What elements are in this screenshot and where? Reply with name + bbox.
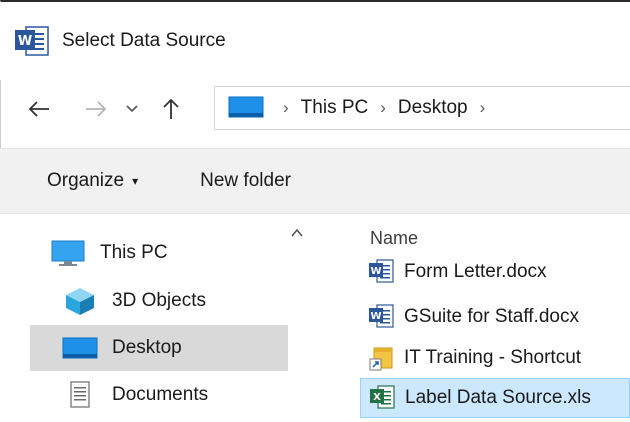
sidebar-item-documents[interactable]: Documents bbox=[30, 372, 288, 418]
breadcrumb-separator: › bbox=[283, 98, 289, 117]
file-name: GSuite for Staff.docx bbox=[404, 306, 579, 327]
navigation-bar: › This PC › Desktop › bbox=[0, 80, 630, 138]
sidebar-item-this-pc[interactable]: This PC bbox=[30, 230, 288, 276]
command-toolbar: Organize ▾ New folder bbox=[0, 148, 630, 214]
sidebar-item-label: Desktop bbox=[112, 337, 182, 358]
word-doc-icon: W bbox=[368, 258, 394, 286]
up-arrow-icon[interactable] bbox=[156, 89, 186, 129]
shortcut-icon bbox=[368, 344, 394, 372]
file-name: IT Training - Shortcut bbox=[404, 347, 582, 368]
column-header-name[interactable]: Name bbox=[370, 228, 418, 249]
sidebar-item-label: 3D Objects bbox=[112, 290, 206, 311]
new-folder-button[interactable]: New folder bbox=[200, 170, 291, 192]
svg-text:W: W bbox=[370, 311, 381, 322]
desktop-icon bbox=[227, 95, 265, 121]
file-row[interactable]: W Form Letter.docx bbox=[360, 252, 630, 292]
window-title: Select Data Source bbox=[62, 30, 226, 51]
svg-text:W: W bbox=[18, 34, 32, 49]
word-doc-icon: W bbox=[368, 303, 394, 331]
title-bar[interactable]: W Select Data Source bbox=[0, 2, 630, 80]
file-row[interactable]: IT Training - Shortcut bbox=[360, 338, 630, 378]
forward-arrow-icon[interactable] bbox=[74, 89, 118, 129]
breadcrumb-separator[interactable]: › bbox=[480, 98, 486, 118]
sidebar-item-desktop[interactable]: Desktop bbox=[30, 325, 288, 371]
sidebar-item-label: This PC bbox=[100, 242, 168, 263]
desktop-icon bbox=[60, 332, 100, 364]
back-arrow-icon[interactable] bbox=[22, 89, 56, 129]
excel-icon: X bbox=[369, 384, 395, 412]
breadcrumb-desktop[interactable]: Desktop bbox=[398, 97, 468, 119]
file-name: Form Letter.docx bbox=[404, 261, 547, 282]
svg-text:W: W bbox=[370, 266, 381, 277]
scroll-up-icon[interactable] bbox=[291, 226, 303, 240]
organize-button[interactable]: Organize ▾ bbox=[47, 170, 138, 192]
file-row[interactable]: X Label Data Source.xls bbox=[360, 378, 630, 418]
svg-text:X: X bbox=[373, 392, 381, 403]
file-list: Name W Form Letter.docx W GSuite for Sta… bbox=[360, 214, 630, 422]
file-name: Label Data Source.xls bbox=[405, 387, 591, 408]
file-row[interactable]: W GSuite for Staff.docx bbox=[360, 297, 630, 337]
sidebar-item-label: Documents bbox=[112, 384, 209, 405]
address-bar[interactable]: › This PC › Desktop › bbox=[214, 86, 630, 130]
cube-icon bbox=[60, 285, 100, 317]
computer-icon bbox=[48, 237, 88, 269]
organize-label: Organize bbox=[47, 170, 125, 191]
document-icon bbox=[60, 379, 100, 411]
chevron-down-icon[interactable] bbox=[122, 89, 142, 129]
breadcrumb-this-pc[interactable]: This PC bbox=[301, 97, 369, 119]
word-icon: W bbox=[14, 24, 50, 58]
sidebar-item-3d-objects[interactable]: 3D Objects bbox=[30, 278, 288, 324]
organize-caret-icon: ▾ bbox=[132, 174, 139, 188]
breadcrumb-separator: › bbox=[380, 98, 386, 117]
